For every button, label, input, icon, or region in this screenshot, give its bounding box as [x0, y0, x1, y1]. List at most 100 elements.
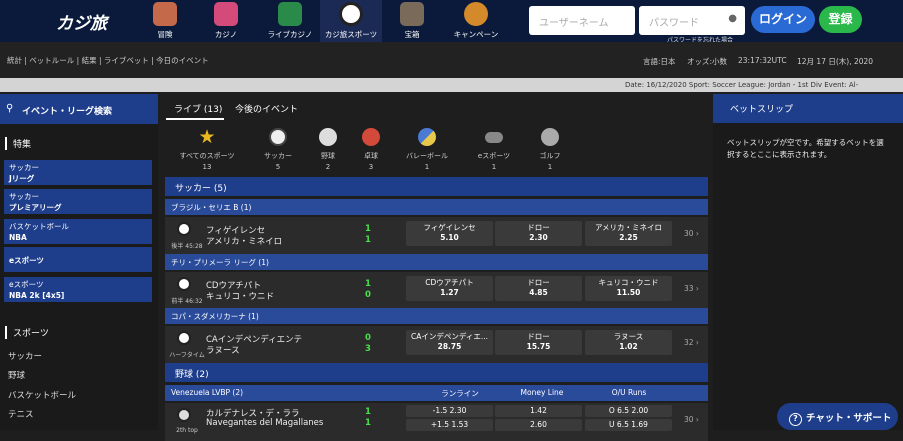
- odds-label: CAインデペンディエ...: [411, 332, 488, 341]
- category-esports[interactable]: eスポーツ 1: [464, 128, 524, 171]
- column-run-line: ランライン: [441, 389, 479, 398]
- featured-sport: eスポーツ: [9, 280, 44, 289]
- odds-home-button[interactable]: フィゲイレンセ 5.10: [406, 221, 493, 246]
- featured-league: Jリーグ: [9, 174, 35, 183]
- run-line-1-button[interactable]: -1.5 2.30: [406, 405, 493, 417]
- featured-sport: サッカー: [9, 192, 39, 201]
- register-button[interactable]: 登録: [819, 6, 862, 33]
- odds-draw-button[interactable]: ドロー 4.85: [495, 276, 582, 301]
- eye-icon[interactable]: ●: [728, 13, 737, 24]
- odds-away-button[interactable]: ラヌース 1.02: [585, 330, 672, 355]
- campaign-badge-icon: [464, 2, 488, 26]
- more-markets-link[interactable]: 30 ›: [684, 229, 699, 238]
- away-score: 0: [365, 290, 371, 300]
- baseball-section-header[interactable]: 野球 (2): [165, 363, 708, 382]
- featured-item-nba[interactable]: バスケットボール NBA: [4, 219, 152, 244]
- column-money-line: Money Line: [520, 388, 564, 397]
- soccer-ball-icon: [177, 222, 191, 236]
- nav-adventure[interactable]: 冒険: [143, 0, 187, 42]
- odds-value: 1.02: [619, 342, 638, 351]
- away-score: 3: [365, 344, 371, 354]
- odds-home-button[interactable]: CAインデペンディエ... 28.75: [406, 330, 493, 355]
- login-button[interactable]: ログイン: [751, 6, 815, 33]
- tab-live[interactable]: ライブ (13): [174, 102, 222, 115]
- site-logo[interactable]: カジ旅: [56, 9, 107, 34]
- nav-treasure[interactable]: 宝箱: [390, 0, 434, 42]
- event-search-button[interactable]: ⚲ イベント・リーグ検索: [0, 94, 158, 124]
- match-row[interactable]: 後半 45:28 フィゲイレンセ アメリカ・ミネイロ 1 1 フィゲイレンセ 5.…: [165, 217, 708, 255]
- baseball-icon: [177, 408, 191, 422]
- sidebar-item-basketball[interactable]: バスケットボール: [8, 389, 76, 401]
- featured-item-nba2k[interactable]: eスポーツ NBA 2k [4x5]: [4, 277, 152, 302]
- sidebar-item-baseball[interactable]: 野球: [8, 369, 25, 381]
- odds-value: 2.30: [529, 233, 548, 242]
- nav-live-casino[interactable]: ライブカジノ: [262, 0, 318, 42]
- league-header[interactable]: ブラジル・セリエ B (1): [165, 199, 708, 215]
- match-time: 後半 45:28: [171, 243, 203, 250]
- run-line-2-button[interactable]: +1.5 1.53: [406, 419, 493, 431]
- league-header[interactable]: チリ・プリメーラ リーグ (1): [165, 254, 708, 270]
- away-score: 1: [365, 235, 371, 245]
- odds-away-button[interactable]: アメリカ・ミネイロ 2.25: [585, 221, 672, 246]
- match-row[interactable]: 2th top カルデナレス・デ・ララ Navegantes del Magal…: [165, 403, 708, 441]
- odds-value: 4.85: [529, 288, 548, 297]
- more-markets-link[interactable]: 32 ›: [684, 338, 699, 347]
- ou-runs-2-button[interactable]: U 6.5 1.69: [585, 419, 672, 431]
- nav-casino[interactable]: カジノ: [204, 0, 248, 42]
- baseball-header-label: 野球 (2): [175, 370, 209, 380]
- category-table-tennis[interactable]: 卓球 3: [341, 128, 401, 171]
- odds-draw-button[interactable]: ドロー 15.75: [495, 330, 582, 355]
- league-header[interactable]: Venezuela LVBP (2) ランライン Money Line O/U …: [165, 385, 708, 401]
- featured-item-jleague[interactable]: サッカー Jリーグ: [4, 160, 152, 185]
- featured-sport: バスケットボール: [9, 222, 69, 231]
- home-score: 1: [365, 279, 371, 289]
- money-line-2-button[interactable]: 2.60: [495, 419, 582, 431]
- sidebar-item-tennis[interactable]: テニス: [8, 408, 34, 420]
- away-team: Navegantes del Magallanes: [206, 418, 324, 428]
- password-input[interactable]: パスワード ●: [639, 6, 745, 35]
- username-input[interactable]: ユーザーネーム: [529, 6, 635, 35]
- nav-campaign[interactable]: キャンペーン: [450, 0, 502, 42]
- volleyball-icon: [418, 128, 436, 146]
- more-markets-link[interactable]: 30 ›: [684, 415, 699, 424]
- featured-league: NBA 2k [4x5]: [9, 291, 65, 300]
- chat-support-button[interactable]: ? チャット・サポート: [777, 403, 898, 430]
- golf-icon: [541, 128, 559, 146]
- league-header[interactable]: コパ・スダメリカーナ (1): [165, 308, 708, 324]
- odds-value: 5.10: [440, 233, 459, 242]
- nav-sports[interactable]: カジ旅スポーツ: [320, 0, 382, 42]
- match-time: 前半 46:32: [171, 298, 203, 305]
- soccer-section-header[interactable]: サッカー (5): [165, 177, 708, 196]
- ou-runs-1-button[interactable]: O 6.5 2.00: [585, 405, 672, 417]
- away-team: ラヌース: [206, 346, 240, 356]
- category-all-sports[interactable]: ★ すべてのスポーツ 13: [177, 128, 237, 172]
- featured-item-esports[interactable]: eスポーツ: [4, 247, 152, 272]
- utility-links[interactable]: 統計 | ベットルール | 結果 | ライブベット | 今日のイベント: [7, 55, 209, 66]
- slot-machine-icon: [214, 2, 238, 26]
- tab-upcoming[interactable]: 今後のイベント: [235, 102, 298, 115]
- odds-value: 11.50: [616, 288, 641, 297]
- match-row[interactable]: ハーフタイム CAインデペンディエンテ ラヌース 0 3 CAインデペンディエ.…: [165, 326, 708, 364]
- event-search-label: イベント・リーグ検索: [22, 107, 113, 117]
- soccer-ball-icon: [269, 128, 287, 146]
- current-date: 12月 17 日(木), 2020: [797, 57, 874, 66]
- language-select[interactable]: 言語:日本: [643, 56, 676, 67]
- category-golf[interactable]: ゴルフ 1: [520, 128, 580, 171]
- home-score: 1: [365, 407, 371, 417]
- soccer-ball-icon: [177, 331, 191, 345]
- featured-item-premier[interactable]: サッカー プレミアリーグ: [4, 189, 152, 214]
- odds-draw-button[interactable]: ドロー 2.30: [495, 221, 582, 246]
- odds-home-button[interactable]: CDウアチパト 1.27: [406, 276, 493, 301]
- chat-support-label: チャット・サポート: [806, 413, 892, 424]
- sidebar-item-soccer[interactable]: サッカー: [8, 350, 42, 362]
- odds-label: キュリコ・ウニド: [598, 278, 659, 287]
- more-markets-link[interactable]: 33 ›: [684, 284, 699, 293]
- odds-label: ラヌース: [613, 332, 644, 341]
- sports-title: スポーツ: [5, 326, 49, 339]
- match-row[interactable]: 前半 46:32 CDウアチパト キュリコ・ウニド 1 0 CDウアチパト 1.2…: [165, 272, 708, 310]
- money-line-1-button[interactable]: 1.42: [495, 405, 582, 417]
- odds-away-button[interactable]: キュリコ・ウニド 11.50: [585, 276, 672, 301]
- featured-league: NBA: [9, 233, 27, 242]
- category-volleyball[interactable]: バレーボール 1: [397, 128, 457, 171]
- odds-format-select[interactable]: オッズ:小数: [687, 56, 727, 67]
